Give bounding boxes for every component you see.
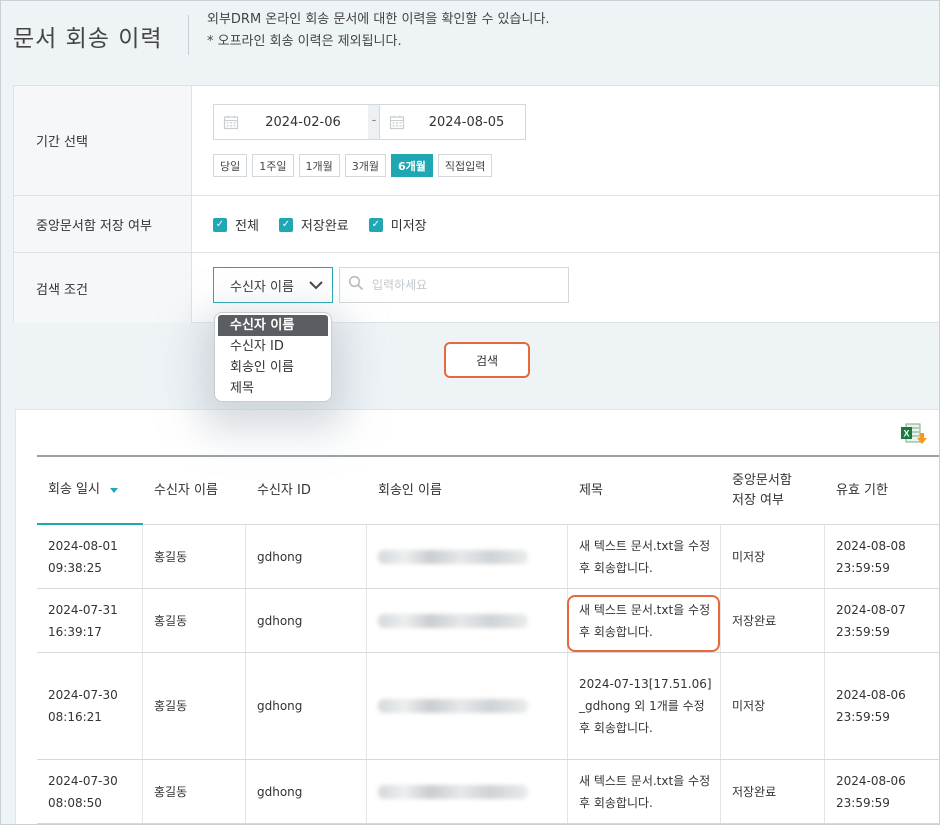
cell-recipient-id: gdhong (246, 525, 367, 588)
cell-recipient: 홍길동 (143, 589, 246, 652)
storage-saved-checkbox[interactable]: ✓ 저장완료 (278, 215, 349, 234)
column-header-stored: 중앙문서함 저장 여부 (732, 472, 792, 508)
cell-recipient: 홍길동 (143, 525, 246, 588)
condition-select-value: 수신자 이름 (230, 279, 294, 295)
condition-option-title[interactable]: 제목 (215, 378, 331, 399)
search-field[interactable] (339, 267, 569, 303)
range-today-button[interactable]: 당일 (213, 154, 248, 177)
cell-stored: 저장완료 (721, 760, 825, 823)
condition-option-sender-name[interactable]: 회송인 이름 (215, 357, 331, 378)
cell-date: 2024-07-30 08:08:50 (37, 760, 143, 823)
range-3month-button[interactable]: 3개월 (344, 154, 386, 177)
cell-recipient-id: gdhong (246, 589, 367, 652)
cell-title: 2024-07-13[17.51.06]_gdhong 외 1개를 수정 후 회… (568, 653, 721, 759)
cell-expiry: 2024-08-08 23:59:59 (836, 538, 906, 575)
range-1month-button[interactable]: 1개월 (298, 154, 340, 177)
cell-date: 2024-07-31 16:39:17 (37, 589, 143, 652)
excel-download-icon[interactable]: X (900, 422, 930, 448)
cell-title: 새 텍스트 문서.txt을 수정 후 회송합니다. (568, 525, 721, 588)
highlight-annotation (567, 595, 720, 652)
redacted-sender (378, 549, 528, 564)
date-from-field[interactable]: 2024-02-06 (213, 104, 377, 140)
cell-sender (367, 653, 568, 759)
cell-recipient-id: gdhong (246, 653, 367, 759)
sort-desc-icon (109, 487, 118, 493)
cell-recipient: 홍길동 (143, 760, 246, 823)
cell-date: 2024-08-01 09:38:25 (37, 525, 143, 588)
calendar-icon (380, 114, 414, 130)
storage-checkbox-group: ✓ 전체 ✓ 저장완료 ✓ 미저장 (213, 215, 427, 234)
table-row[interactable]: 2024-07-30 08:08:50 홍길동 gdhong 새 텍스트 문서.… (37, 760, 939, 824)
search-icon (348, 275, 364, 295)
range-custom-button[interactable]: 직접입력 (437, 154, 493, 177)
cell-expiry: 2024-08-06 23:59:59 (836, 773, 906, 810)
cell-title: 새 텍스트 문서.txt을 수정 후 회송합니다. (568, 760, 721, 823)
storage-all-checkbox[interactable]: ✓ 전체 (213, 215, 259, 234)
condition-dropdown-menu: 수신자 이름 수신자 ID 회송인 이름 제목 (214, 312, 332, 402)
column-header-title: 제목 (579, 482, 603, 498)
table-row[interactable]: 2024-07-30 08:16:21 홍길동 gdhong 2024-07-1… (37, 653, 939, 760)
checkbox-checked-icon: ✓ (278, 217, 293, 232)
condition-select[interactable]: 수신자 이름 (213, 267, 333, 303)
app-window: 문서 회송 이력 외부DRM 온라인 회송 문서에 대한 이력을 확인할 수 있… (0, 0, 940, 825)
column-header-date[interactable]: 회송 일시 (37, 457, 143, 525)
cell-sender (367, 760, 568, 823)
table-row[interactable]: 2024-07-31 16:39:17 홍길동 gdhong 새 텍스트 문서.… (37, 589, 939, 653)
range-1week-button[interactable]: 1주일 (252, 154, 294, 177)
filter-panel: 기간 선택 2024-02-06 - 2024-08-05 당일 1주일 1개월… (13, 85, 939, 323)
column-header-date-label: 회송 일시 (48, 482, 100, 497)
cell-recipient-id: gdhong (246, 760, 367, 823)
title-divider (188, 15, 189, 55)
checkbox-checked-icon: ✓ (213, 217, 227, 232)
quick-range-group: 당일 1주일 1개월 3개월 6개월 직접입력 (213, 154, 493, 177)
condition-option-recipient-id[interactable]: 수신자 ID (215, 336, 331, 357)
redacted-sender (378, 613, 528, 628)
cell-date: 2024-07-30 08:16:21 (37, 653, 143, 759)
search-button[interactable]: 검색 (444, 342, 530, 378)
condition-label: 검색 조건 (14, 253, 192, 323)
storage-row: 중앙문서함 저장 여부 ✓ 전체 ✓ 저장완료 ✓ 미저장 (14, 196, 939, 253)
column-header-recipient-id: 수신자 ID (257, 482, 311, 498)
storage-all-label: 전체 (235, 219, 259, 234)
redacted-sender (378, 699, 528, 713)
chevron-down-icon (308, 277, 324, 297)
calendar-icon (214, 114, 248, 130)
date-to-field[interactable]: 2024-08-05 (379, 104, 526, 140)
range-6month-button[interactable]: 6개월 (391, 154, 433, 177)
storage-unsaved-checkbox[interactable]: ✓ 미저장 (368, 215, 427, 234)
storage-label: 중앙문서함 저장 여부 (14, 196, 192, 252)
cell-stored: 저장완료 (721, 589, 825, 652)
cell-stored: 미저장 (721, 525, 825, 588)
storage-saved-label: 저장완료 (300, 219, 349, 234)
checkbox-checked-icon: ✓ (368, 217, 383, 232)
cell-stored: 미저장 (721, 653, 825, 759)
page-description: 외부DRM 온라인 회송 문서에 대한 이력을 확인할 수 있습니다. * 오프… (207, 9, 550, 53)
redacted-sender (378, 784, 528, 799)
date-from-value: 2024-02-06 (265, 114, 341, 130)
cell-recipient: 홍길동 (143, 653, 246, 759)
cell-expiry: 2024-08-06 23:59:59 (836, 688, 906, 724)
period-row: 기간 선택 2024-02-06 - 2024-08-05 당일 1주일 1개월… (14, 86, 939, 196)
storage-unsaved-label: 미저장 (390, 219, 427, 234)
cell-expiry: 2024-08-07 23:59:59 (836, 602, 906, 639)
column-header-sender: 회송인 이름 (378, 482, 442, 498)
history-table: 회송 일시 수신자 이름 수신자 ID 회송인 이름 제목 중앙문서함 저장 여… (37, 455, 939, 824)
condition-option-recipient-name[interactable]: 수신자 이름 (218, 315, 328, 336)
search-input[interactable] (372, 278, 562, 292)
column-header-recipient: 수신자 이름 (154, 482, 218, 498)
cell-sender (367, 525, 568, 588)
period-label: 기간 선택 (14, 86, 192, 195)
table-header: 회송 일시 수신자 이름 수신자 ID 회송인 이름 제목 중앙문서함 저장 여… (37, 457, 939, 525)
page-title: 문서 회송 이력 (13, 26, 163, 52)
table-row[interactable]: 2024-08-01 09:38:25 홍길동 gdhong 새 텍스트 문서.… (37, 525, 939, 589)
condition-row: 검색 조건 수신자 이름 (14, 253, 939, 323)
results-card: X 회송 일시 수신자 이름 수신자 ID 회송인 이름 제목 중앙문서함 저장… (15, 409, 939, 824)
column-header-expiry: 유효 기한 (836, 482, 888, 498)
svg-text:X: X (903, 429, 909, 439)
date-to-value: 2024-08-05 (428, 114, 505, 130)
cell-sender (367, 589, 568, 652)
description-line-2: * 오프라인 회송 이력은 제외됩니다. (207, 34, 402, 49)
description-line-1: 외부DRM 온라인 회송 문서에 대한 이력을 확인할 수 있습니다. (207, 12, 550, 27)
